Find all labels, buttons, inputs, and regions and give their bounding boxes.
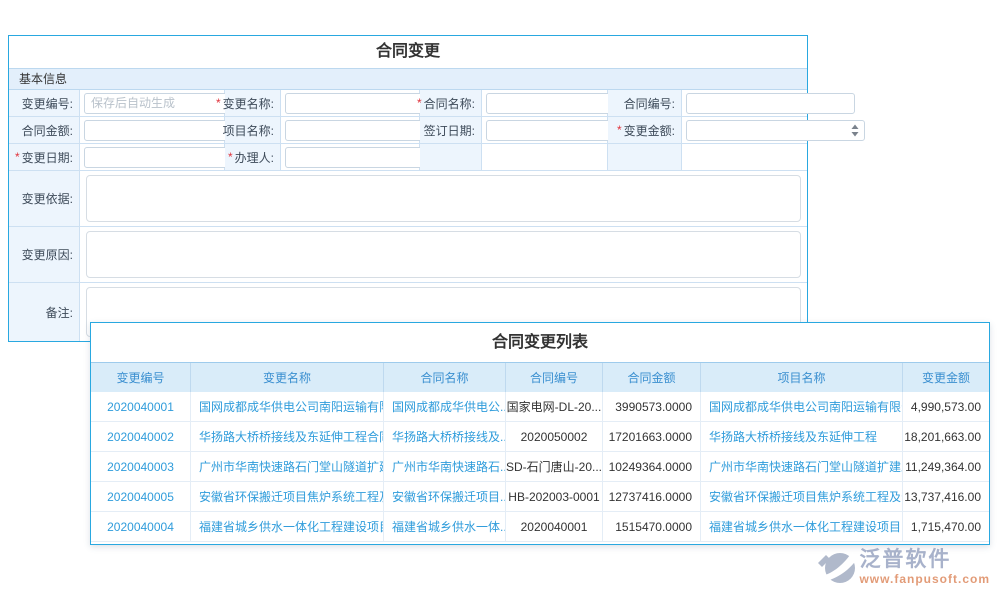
- table-cell-link[interactable]: 福建省城乡供水一体...: [384, 512, 506, 542]
- change-reason-cell: [80, 227, 807, 283]
- table-cell: 1,715,470.00: [903, 512, 989, 542]
- contract-no-input[interactable]: [691, 96, 850, 110]
- table-cell-link[interactable]: 2020040005: [91, 482, 191, 512]
- column-header: 变更编号: [91, 363, 191, 392]
- table-cell-link[interactable]: 福建省城乡供水一体化工程建设项目...: [191, 512, 384, 542]
- table-body: 2020040001国网成都成华供电公司南阳运输有限...国网成都成华供电公..…: [91, 392, 989, 542]
- table-cell-link[interactable]: 华扬路大桥桥接线及东延伸工程合同: [191, 422, 384, 452]
- table-cell: 1515470.0000: [603, 512, 701, 542]
- table-row: 2020040002华扬路大桥桥接线及东延伸工程合同华扬路大桥桥接线及...20…: [91, 422, 989, 452]
- change-amount-input[interactable]: [691, 123, 850, 137]
- table-cell-link[interactable]: 国网成都成华供电公...: [384, 392, 506, 422]
- column-header: 合同金额: [603, 363, 701, 392]
- table-cell: 17201663.0000: [603, 422, 701, 452]
- contract-no-cell: [682, 90, 807, 117]
- remark-label: 备注:: [9, 283, 80, 341]
- form-title: 合同变更: [9, 36, 807, 68]
- table-cell: 12737416.0000: [603, 482, 701, 512]
- table-row: 2020040001国网成都成华供电公司南阳运输有限...国网成都成华供电公..…: [91, 392, 989, 422]
- empty-input-cell: [482, 144, 608, 171]
- form-row-1: 变更编号: *变更名称: *合同名称: 合同编号:: [9, 90, 807, 117]
- table-cell: 10249364.0000: [603, 452, 701, 482]
- contract-amount-cell: [80, 117, 225, 144]
- table-cell-link[interactable]: 安徽省环保搬迁项目焦炉系统工程及...: [191, 482, 384, 512]
- list-title: 合同变更列表: [91, 323, 989, 362]
- table-cell-link[interactable]: 安徽省环保搬迁项目...: [384, 482, 506, 512]
- empty-input-cell: [682, 144, 807, 171]
- column-header: 合同编号: [506, 363, 603, 392]
- change-basis-row: 变更依据:: [9, 171, 807, 227]
- table-cell: SD-石门唐山-20...: [506, 452, 603, 482]
- table-cell-link[interactable]: 华扬路大桥桥接线及...: [384, 422, 506, 452]
- table-cell: 3990573.0000: [603, 392, 701, 422]
- table-cell: HB-202003-0001: [506, 482, 603, 512]
- table-cell-link[interactable]: 广州市华南快速路石门堂山隧道扩建工...: [701, 452, 903, 482]
- table-row: 2020040004福建省城乡供水一体化工程建设项目...福建省城乡供水一体..…: [91, 512, 989, 542]
- project-name-cell: [281, 117, 420, 144]
- brand-url[interactable]: www.fanpusoft.com: [859, 572, 990, 586]
- column-header: 合同名称: [384, 363, 506, 392]
- column-header: 项目名称: [701, 363, 903, 392]
- table-cell-link[interactable]: 华扬路大桥桥接线及东延伸工程: [701, 422, 903, 452]
- table-cell-link[interactable]: 福建省城乡供水一体化工程建设项目: [701, 512, 903, 542]
- sign-date-cell: [482, 117, 608, 144]
- change-reason-label: 变更原因:: [9, 227, 80, 283]
- table-cell-link[interactable]: 2020040001: [91, 392, 191, 422]
- change-basis-label: 变更依据:: [9, 171, 80, 227]
- form-row-2: 合同金额: 项目名称: 签订日期: *变更金额:: [9, 117, 807, 144]
- change-reason-textarea[interactable]: [86, 231, 801, 278]
- spinner-icon[interactable]: [850, 124, 860, 137]
- table-cell-link[interactable]: 广州市华南快速路石门堂山隧道扩建...: [191, 452, 384, 482]
- table-row: 2020040003广州市华南快速路石门堂山隧道扩建...广州市华南快速路石..…: [91, 452, 989, 482]
- table-row: 2020040005安徽省环保搬迁项目焦炉系统工程及...安徽省环保搬迁项目..…: [91, 482, 989, 512]
- change-date-cell: [80, 144, 225, 171]
- table-cell: 2020050002: [506, 422, 603, 452]
- change-no-label: 变更编号:: [9, 90, 80, 117]
- change-name-cell: [281, 90, 420, 117]
- table-cell: 11,249,364.00: [903, 452, 989, 482]
- contract-change-list-panel: 合同变更列表 变更编号变更名称合同名称合同编号合同金额项目名称变更金额 2020…: [90, 322, 990, 545]
- table-cell-link[interactable]: 2020040004: [91, 512, 191, 542]
- table-cell-link[interactable]: 国网成都成华供电公司南阳运输有限公...: [701, 392, 903, 422]
- table-cell-link[interactable]: 2020040002: [91, 422, 191, 452]
- project-name-label: 项目名称:: [225, 117, 281, 144]
- change-date-label: *变更日期:: [9, 144, 80, 171]
- change-no-cell: [80, 90, 225, 117]
- contract-no-label: 合同编号:: [608, 90, 682, 117]
- change-basis-cell: [80, 171, 807, 227]
- table-cell-link[interactable]: 2020040003: [91, 452, 191, 482]
- table-cell: 4,990,573.00: [903, 392, 989, 422]
- change-amount-cell: [682, 117, 807, 144]
- change-basis-textarea[interactable]: [86, 175, 801, 222]
- empty-label-cell: [608, 144, 682, 171]
- change-reason-row: 变更原因:: [9, 227, 807, 283]
- change-amount-label: *变更金额:: [608, 117, 682, 144]
- section-basic-info: 基本信息: [9, 68, 807, 90]
- form-row-3: *变更日期: *办理人:: [9, 144, 807, 171]
- contract-name-label: *合同名称:: [420, 90, 482, 117]
- table-header-row: 变更编号变更名称合同名称合同编号合同金额项目名称变更金额: [91, 362, 989, 392]
- fanpu-logo: 泛普软件 www.fanpusoft.com: [817, 548, 990, 593]
- column-header: 变更金额: [903, 363, 989, 392]
- handler-cell: [281, 144, 420, 171]
- fanpu-logo-icon: [817, 548, 857, 593]
- column-header: 变更名称: [191, 363, 384, 392]
- handler-label: *办理人:: [225, 144, 281, 171]
- sign-date-label: 签订日期:: [420, 117, 482, 144]
- table-cell: 18,201,663.00: [903, 422, 989, 452]
- brand-name: 泛普软件: [859, 548, 990, 572]
- contract-amount-label: 合同金额:: [9, 117, 80, 144]
- table-cell: 国家电网-DL-20...: [506, 392, 603, 422]
- contract-name-cell: [482, 90, 608, 117]
- empty-label-cell: [420, 144, 482, 171]
- table-cell: 2020040001: [506, 512, 603, 542]
- contract-change-form-panel: 合同变更 基本信息 变更编号: *变更名称: *合同名称: 合同编号: 合同金额…: [8, 35, 808, 342]
- table-cell: 13,737,416.00: [903, 482, 989, 512]
- table-cell-link[interactable]: 广州市华南快速路石...: [384, 452, 506, 482]
- change-name-label: *变更名称:: [225, 90, 281, 117]
- table-cell-link[interactable]: 国网成都成华供电公司南阳运输有限...: [191, 392, 384, 422]
- table-cell-link[interactable]: 安徽省环保搬迁项目焦炉系统工程及公...: [701, 482, 903, 512]
